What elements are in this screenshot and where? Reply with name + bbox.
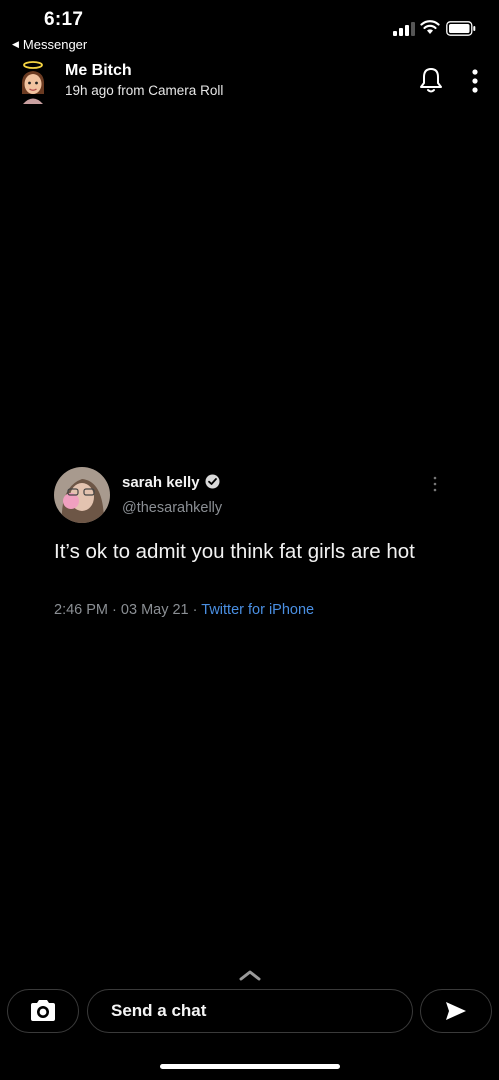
tweet-source: Twitter for iPhone: [201, 602, 315, 618]
send-icon: [446, 1002, 466, 1020]
battery-icon: [446, 21, 476, 36]
avatar[interactable]: [17, 60, 49, 104]
tweet-author-avatar: [54, 467, 110, 523]
back-app-label: Messenger: [22, 37, 88, 52]
tweet-date: 03 May 21: [120, 602, 189, 618]
tweet-author-name: sarah kelly: [122, 474, 200, 491]
camera-icon: [31, 1000, 55, 1021]
status-time: 6:17: [44, 9, 84, 30]
story-title: Me Bitch: [65, 62, 132, 79]
story-subtitle: 19h ago from Camera Roll: [65, 83, 224, 98]
tweet-text: It’s ok to admit you think fat girls are…: [54, 540, 415, 563]
tweet-meta: 2:46 PM · 03 May 21 · Twitter for iPhone: [54, 602, 314, 618]
back-to-app-link[interactable]: ◀ Messenger: [12, 37, 87, 52]
meta-separator: ·: [112, 602, 117, 618]
back-triangle-icon: ◀: [12, 39, 19, 49]
tweet-author-handle: @thesarahkelly: [122, 500, 223, 516]
bell-icon[interactable]: [418, 66, 444, 94]
verified-badge-icon: [205, 474, 220, 489]
home-indicator[interactable]: [160, 1064, 340, 1069]
tweet-more-icon: [433, 476, 437, 492]
wifi-icon: [420, 20, 440, 34]
signal-icon: [393, 22, 415, 36]
meta-separator: ·: [192, 602, 198, 618]
more-vertical-icon[interactable]: [468, 68, 482, 94]
tweet-time: 2:46 PM: [54, 602, 108, 618]
send-chat-input[interactable]: Send a chat: [87, 989, 413, 1033]
camera-button[interactable]: [7, 989, 79, 1033]
send-button[interactable]: [420, 989, 492, 1033]
chevron-up-icon[interactable]: [238, 968, 262, 982]
